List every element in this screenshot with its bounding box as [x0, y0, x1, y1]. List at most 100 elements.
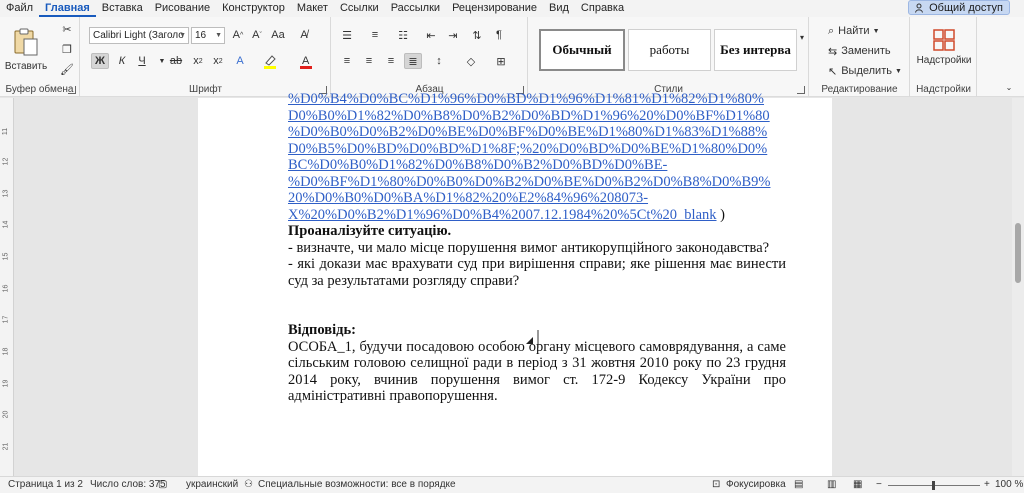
vertical-scrollbar[interactable] [1012, 98, 1024, 476]
tab-layout[interactable]: Макет [291, 0, 334, 17]
superscript-button[interactable]: x2 [209, 53, 227, 69]
styles-launcher-icon[interactable] [797, 86, 805, 94]
tab-mailings[interactable]: Рассылки [385, 0, 446, 17]
tab-help[interactable]: Справка [575, 0, 630, 17]
web-layout-icon[interactable]: ▦ [853, 479, 862, 490]
subscript-button[interactable]: x2 [189, 53, 207, 69]
paste-icon [14, 28, 38, 55]
underline-button[interactable]: Ч [133, 53, 151, 69]
grow-font-icon[interactable]: A ^ [229, 27, 247, 43]
hyperlink-block[interactable]: %D0%B4%D0%BC%D1%96%D0%BD%D1%96%D1%81%D1%… [288, 91, 786, 223]
highlight-button[interactable] [261, 53, 279, 69]
style-normal[interactable]: Обычный [539, 29, 625, 71]
cut-icon[interactable]: ✂ [58, 21, 76, 37]
tab-references[interactable]: Ссылки [334, 0, 385, 17]
decrease-indent-icon[interactable]: ⇤ [422, 27, 440, 43]
page-count[interactable]: Страница 1 из 2 [8, 479, 83, 490]
proofing-icon[interactable]: ▢ [158, 479, 167, 490]
styles-more-icon[interactable]: ▾ [797, 29, 807, 45]
font-size-select[interactable]: 16 ▼ [191, 27, 225, 44]
collapse-ribbon-icon[interactable]: ⌄ [1000, 79, 1018, 95]
align-center-icon[interactable]: ≡ [360, 53, 378, 69]
hyperlink-line[interactable]: D0%B5%D0%BD%D0%BD%D1%8F;%20%D0%BD%D0%BE%… [288, 141, 767, 157]
focus-label[interactable]: Фокусировка [726, 479, 786, 490]
text-effects-icon[interactable]: A [231, 53, 249, 69]
multilevel-list-icon[interactable]: ☷ [394, 27, 412, 43]
focus-icon[interactable]: ⊡ [712, 479, 720, 490]
increase-indent-icon[interactable]: ⇥ [444, 27, 462, 43]
sort-icon[interactable]: ⇅ [468, 27, 486, 43]
shading-icon[interactable]: ◇ [462, 53, 480, 69]
paste-button[interactable]: Вставить [5, 21, 47, 77]
hyperlink-line[interactable]: BC%D0%B0%D1%82%D0%B8%D0%B2%D0%BD%D0%BE- [288, 157, 667, 173]
zoom-out-icon[interactable]: − [876, 479, 882, 490]
word-count[interactable]: Число слов: 375 [90, 479, 166, 490]
find-button[interactable]: ⌕ Найти ▼ [828, 23, 880, 39]
align-left-icon[interactable]: ≡ [338, 53, 356, 69]
find-label: Найти [838, 25, 870, 37]
print-layout-icon[interactable]: ▥ [827, 479, 836, 490]
read-mode-icon[interactable]: ▤ [794, 479, 803, 490]
strikethrough-button[interactable]: ab [167, 53, 185, 69]
replace-button[interactable]: ⇆ Заменить [828, 43, 891, 59]
hyperlink-line[interactable]: %D0%B0%D0%B2%D0%BE%D0%BF%D0%BE%D1%80%D1%… [288, 124, 767, 140]
format-painter-icon[interactable]: 🖌 [58, 61, 76, 77]
tab-design[interactable]: Конструктор [216, 0, 291, 17]
zoom-level[interactable]: 100 % [995, 479, 1023, 490]
hyperlink-line[interactable]: 20%D0%B0%D0%BA%D1%82%20%E2%84%96%208073- [288, 190, 648, 206]
line-spacing-icon[interactable]: ↕ [430, 53, 448, 69]
tab-view[interactable]: Вид [543, 0, 575, 17]
tab-file[interactable]: Файл [0, 0, 39, 17]
copy-icon[interactable]: ❐ [58, 41, 76, 57]
font-name-value: Calibri Light (Заголо [93, 30, 184, 41]
show-marks-icon[interactable]: ¶ [490, 27, 508, 43]
font-name-select[interactable]: Calibri Light (Заголо ▼ [89, 27, 189, 44]
shrink-font-icon[interactable]: Aˇ [248, 27, 266, 43]
share-label: Общий доступ [929, 1, 1003, 14]
tab-insert[interactable]: Вставка [96, 0, 149, 17]
table-anchor-icon [526, 330, 539, 348]
share-button[interactable]: Общий доступ [908, 0, 1010, 15]
document-body[interactable]: %D0%B4%D0%BC%D1%96%D0%BD%D1%96%D1%81%D1%… [288, 91, 786, 405]
language[interactable]: украинский [186, 479, 238, 490]
zoom-in-icon[interactable]: + [984, 479, 990, 490]
hyperlink-line[interactable]: D0%B0%D1%82%D0%B8%D0%B2%D0%BD%D1%96%20%D… [288, 108, 770, 124]
select-button[interactable]: ↖ Выделить ▼ [828, 63, 902, 79]
clear-formatting-icon[interactable]: A̸ [295, 27, 313, 43]
bullets-icon[interactable]: ☰ [338, 27, 356, 43]
cursor-icon: ↖ [828, 65, 838, 78]
change-case-icon[interactable]: Aa [269, 27, 287, 43]
borders-icon[interactable]: ⊞ [492, 53, 510, 69]
accessibility-status[interactable]: Специальные возможности: все в порядке [258, 479, 456, 490]
italic-button[interactable]: К [113, 53, 131, 69]
tab-review[interactable]: Рецензирование [446, 0, 543, 17]
align-right-icon[interactable]: ≡ [382, 53, 400, 69]
tab-home[interactable]: Главная [39, 0, 96, 17]
style-no-spacing[interactable]: Без интерва [714, 29, 797, 71]
clipboard-group: Вставить ✂ ❐ 🖌 Буфер обмена [0, 17, 80, 97]
answer-text: ОСОБА_1, будучи посадовою особою органу … [288, 338, 786, 405]
editing-group-label: Редактирование [821, 84, 898, 95]
addins-label: Надстройки [916, 54, 972, 66]
scrollbar-thumb[interactable] [1015, 223, 1021, 283]
addins-button[interactable]: Надстройки [913, 23, 975, 71]
tab-draw[interactable]: Рисование [149, 0, 216, 17]
hyperlink-line[interactable]: X%20%D0%B2%D1%96%D0%B4%2007.12.1984%20%5… [288, 207, 717, 223]
clipboard-launcher-icon[interactable] [68, 86, 76, 94]
justify-icon[interactable]: ≣ [404, 53, 422, 69]
menu-bar: Файл Главная Вставка Рисование Конструкт… [0, 0, 1024, 17]
svg-text:A: A [302, 55, 310, 67]
ribbon: Вставить ✂ ❐ 🖌 Буфер обмена Calibri Ligh… [0, 17, 1024, 97]
font-color-button[interactable]: A [297, 53, 315, 69]
hyperlink-line[interactable]: %D0%BF%D1%80%D0%B0%D0%B2%D0%BE%D0%B2%D0%… [288, 174, 770, 190]
zoom-slider-handle[interactable] [932, 481, 935, 490]
document-page[interactable]: %D0%B4%D0%BC%D1%96%D0%BD%D1%96%D1%81%D1%… [198, 91, 832, 476]
font-color-icon: A [300, 55, 312, 69]
empty-paragraph [288, 289, 786, 322]
highlighter-icon [264, 55, 276, 69]
style-works[interactable]: работы [628, 29, 711, 71]
hyperlink-line[interactable]: %D0%B4%D0%BC%D1%96%D0%BD%D1%96%D1%81%D1%… [288, 91, 764, 107]
numbering-icon[interactable]: ≡ [366, 27, 384, 43]
accessibility-icon[interactable]: ⚇ [244, 479, 253, 490]
bold-button[interactable]: Ж [91, 53, 109, 69]
